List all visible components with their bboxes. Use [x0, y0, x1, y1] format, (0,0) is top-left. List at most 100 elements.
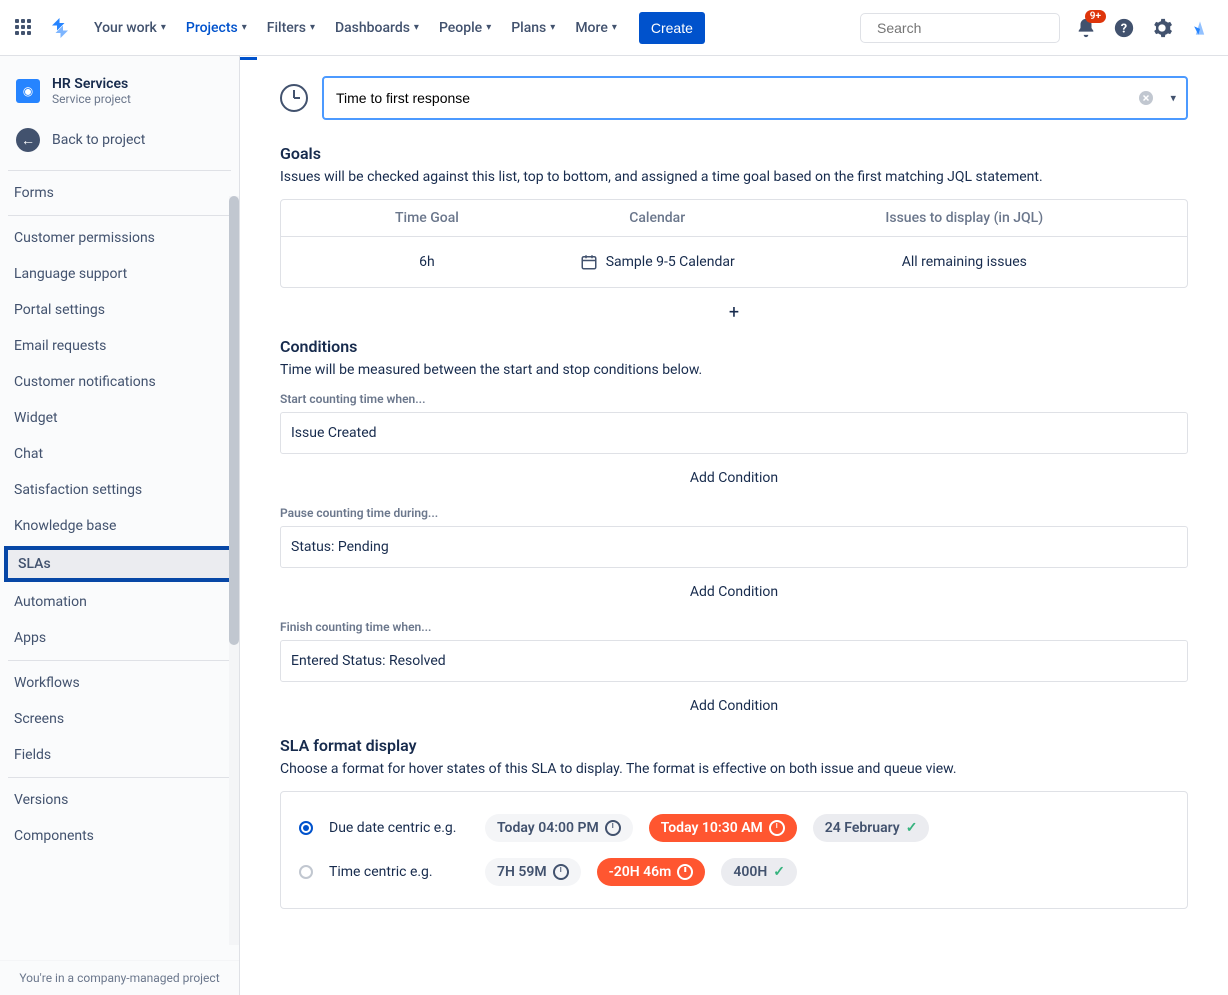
sidebar-item-forms[interactable]: Forms — [0, 175, 239, 211]
chevron-down-icon: ▾ — [414, 22, 419, 33]
app-switcher-icon[interactable] — [12, 16, 36, 40]
add-goal-button[interactable]: + — [280, 288, 1188, 337]
goals-table: Time Goal Calendar Issues to display (in… — [280, 199, 1188, 288]
svg-text:?: ? — [1121, 21, 1127, 36]
start-condition-box[interactable]: Issue Created — [280, 412, 1188, 454]
create-button[interactable]: Create — [639, 12, 705, 44]
sidebar: ◉ HR Services Service project ← Back to … — [0, 56, 240, 995]
format-option-row: Time centric e.g.7H 59M -20H 46m 400H ✓ — [299, 850, 1169, 894]
project-header[interactable]: ◉ HR Services Service project — [0, 56, 239, 114]
sidebar-item-screens[interactable]: Screens — [0, 701, 239, 737]
notifications-icon[interactable]: 9+ — [1070, 12, 1102, 44]
sidebar-item-knowledge-base[interactable]: Knowledge base — [0, 508, 239, 544]
goal-calendar: Sample 9-5 Calendar — [606, 254, 735, 270]
check-icon: ✓ — [773, 864, 785, 880]
chevron-down-icon: ▾ — [612, 22, 617, 33]
pause-condition-box[interactable]: Status: Pending — [280, 526, 1188, 568]
finish-condition-box[interactable]: Entered Status: Resolved — [280, 640, 1188, 682]
col-jql: Issues to display (in JQL) — [792, 210, 1137, 226]
format-radio[interactable] — [299, 865, 313, 879]
goal-jql: All remaining issues — [792, 254, 1137, 270]
sidebar-item-satisfaction-settings[interactable]: Satisfaction settings — [0, 472, 239, 508]
col-calendar: Calendar — [523, 210, 792, 226]
back-to-project-link[interactable]: ← Back to project — [0, 114, 239, 166]
format-description: Choose a format for hover states of this… — [280, 761, 1188, 777]
top-nav: Your work ▾Projects ▾Filters ▾Dashboards… — [0, 0, 1228, 56]
format-heading: SLA format display — [280, 736, 1188, 755]
add-pause-condition[interactable]: Add Condition — [280, 572, 1188, 612]
add-start-condition[interactable]: Add Condition — [280, 458, 1188, 498]
check-icon: ✓ — [906, 820, 918, 836]
help-icon[interactable]: ? — [1108, 12, 1140, 44]
sla-name-input[interactable] — [322, 76, 1188, 120]
chevron-down-icon: ▾ — [310, 22, 315, 33]
format-example-ontrack: 7H 59M — [485, 858, 581, 886]
divider — [8, 777, 231, 778]
sidebar-item-versions[interactable]: Versions — [0, 782, 239, 818]
chevron-down-icon: ▾ — [242, 22, 247, 33]
chevron-down-icon[interactable]: ▾ — [1170, 92, 1176, 105]
start-label: Start counting time when... — [280, 392, 1188, 406]
col-time-goal: Time Goal — [331, 210, 523, 226]
goals-heading: Goals — [280, 144, 1188, 163]
calendar-icon — [580, 253, 598, 271]
format-radio[interactable] — [299, 821, 313, 835]
scrollbar-thumb[interactable] — [229, 196, 239, 645]
main-content: ▾ Goals Issues will be checked against t… — [240, 56, 1228, 995]
chevron-down-icon: ▾ — [486, 22, 491, 33]
sidebar-item-components[interactable]: Components — [0, 818, 239, 854]
goals-row[interactable]: 6h Sample 9-5 Calendar All remaining iss… — [281, 236, 1187, 287]
format-label: Time centric e.g. — [329, 864, 469, 880]
goal-time: 6h — [331, 254, 523, 270]
sidebar-item-customer-permissions[interactable]: Customer permissions — [0, 220, 239, 256]
add-finish-condition[interactable]: Add Condition — [280, 686, 1188, 726]
goals-description: Issues will be checked against this list… — [280, 169, 1188, 185]
nav-more[interactable]: More ▾ — [565, 12, 627, 44]
clear-icon[interactable] — [1138, 90, 1154, 106]
format-example-breached: -20H 46m — [597, 858, 706, 886]
atlassian-icon[interactable] — [1184, 12, 1216, 44]
format-example-breached: Today 10:30 AM — [649, 814, 797, 842]
sidebar-item-language-support[interactable]: Language support — [0, 256, 239, 292]
search-box[interactable] — [860, 13, 1060, 43]
scrollbar-track[interactable] — [229, 196, 239, 945]
project-subtitle: Service project — [52, 92, 131, 106]
nav-filters[interactable]: Filters ▾ — [257, 12, 325, 44]
clock-icon — [553, 864, 569, 880]
nav-dashboards[interactable]: Dashboards ▾ — [325, 12, 429, 44]
sidebar-item-chat[interactable]: Chat — [0, 436, 239, 472]
sidebar-footer: You're in a company-managed project — [0, 960, 239, 995]
nav-people[interactable]: People ▾ — [429, 12, 501, 44]
notification-badge: 9+ — [1085, 10, 1106, 23]
sidebar-item-email-requests[interactable]: Email requests — [0, 328, 239, 364]
divider — [8, 215, 231, 216]
sidebar-item-automation[interactable]: Automation — [0, 584, 239, 620]
pause-label: Pause counting time during... — [280, 506, 1188, 520]
settings-icon[interactable] — [1146, 12, 1178, 44]
jira-logo-icon[interactable] — [48, 16, 72, 40]
sidebar-item-widget[interactable]: Widget — [0, 400, 239, 436]
nav-projects[interactable]: Projects ▾ — [176, 12, 257, 44]
back-arrow-icon: ← — [16, 128, 40, 152]
project-title: HR Services — [52, 76, 131, 92]
sidebar-item-apps[interactable]: Apps — [0, 620, 239, 656]
chevron-down-icon: ▾ — [161, 22, 166, 33]
divider — [8, 170, 231, 171]
sidebar-item-customer-notifications[interactable]: Customer notifications — [0, 364, 239, 400]
clock-icon — [605, 820, 621, 836]
sidebar-item-slas[interactable]: SLAs — [4, 546, 235, 582]
format-example-ontrack: Today 04:00 PM — [485, 814, 633, 842]
conditions-description: Time will be measured between the start … — [280, 362, 1188, 378]
nav-your-work[interactable]: Your work ▾ — [84, 12, 176, 44]
sidebar-item-workflows[interactable]: Workflows — [0, 665, 239, 701]
sidebar-item-portal-settings[interactable]: Portal settings — [0, 292, 239, 328]
conditions-heading: Conditions — [280, 337, 1188, 356]
clock-icon — [280, 84, 308, 112]
nav-plans[interactable]: Plans ▾ — [501, 12, 565, 44]
search-input[interactable] — [877, 20, 1058, 36]
project-avatar-icon: ◉ — [16, 79, 40, 103]
format-box: Due date centric e.g.Today 04:00 PM Toda… — [280, 791, 1188, 909]
clock-icon — [769, 820, 785, 836]
finish-label: Finish counting time when... — [280, 620, 1188, 634]
sidebar-item-fields[interactable]: Fields — [0, 737, 239, 773]
